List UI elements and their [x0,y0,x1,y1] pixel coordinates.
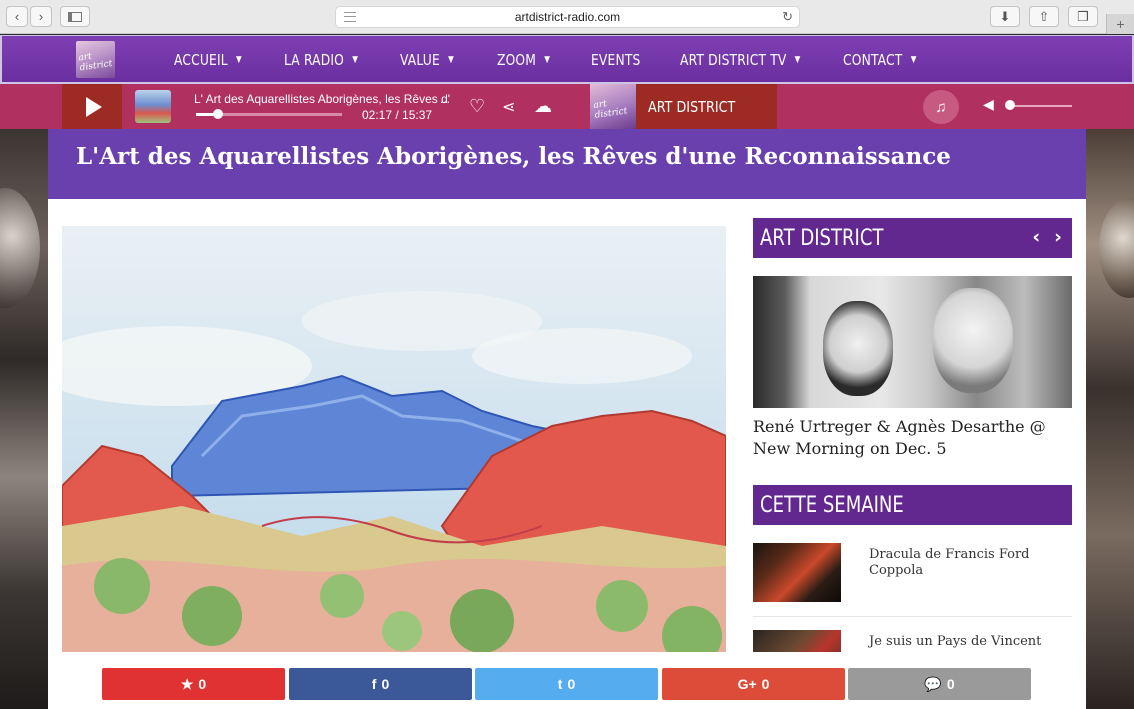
nav-item-events[interactable]: EVENTS [591,51,664,69]
cloud-download-icon[interactable]: ☁ [534,96,552,117]
share-icon: ⇧ [1038,8,1050,24]
caret-down-icon: ▼ [794,54,801,65]
chevron-right-icon: › [38,9,44,24]
track-time: 02:17 / 15:37 [362,108,433,122]
chevron-right-icon[interactable]: › [1054,226,1062,248]
volume-icon[interactable]: ◀ [983,96,994,113]
facebook-share-button[interactable]: f0 [289,668,472,700]
list-item[interactable]: Je suis un Pays de Vincent [753,630,1072,652]
station-name[interactable]: ART DISTRICT [636,84,777,129]
reload-icon[interactable]: ↻ [782,9,793,25]
downloads-button[interactable]: ⬇ [990,6,1020,27]
divider [753,616,1072,617]
music-note-icon: ♫ [935,98,947,116]
background-photo-right [1086,128,1134,709]
track-title-more: ... [440,92,451,106]
article-image[interactable] [62,226,726,656]
comments-button[interactable]: 💬 0 [848,668,1031,700]
share-browser-button[interactable]: ⇧ [1029,6,1059,27]
reader-icon [344,12,356,22]
track-title: L' Art des Aquarellistes Aborigènes, les… [194,92,454,106]
title-band: L'Art des Aquarellistes Aborigènes, les … [48,129,1086,199]
new-tab-button[interactable]: + [1106,14,1134,34]
main-navigation: art district ACCUEIL ▼ LA RADIO ▼ VALUE ▼ Z… [0,35,1134,84]
address-bar[interactable]: artdistrict-radio.com ↻ [335,6,800,28]
back-button[interactable]: ‹ [6,6,28,27]
radio-player: L' Art des Aquarellistes Aborigènes, les… [0,84,1134,129]
chevron-left-icon[interactable]: ‹ [1032,226,1040,248]
week-thumbnail [753,543,841,602]
station-logo: art district [590,84,636,129]
art-district-heading: ART DISTRICT ‹ › [753,218,1072,258]
url-text: artdistrict-radio.com [514,10,621,24]
cette-semaine-heading: CETTE SEMAINE [753,485,1072,525]
nav-item-value[interactable]: VALUE ▼ [400,51,480,69]
portrait-man [933,288,1013,393]
page-title: L'Art des Aquarellistes Aborigènes, les … [76,143,951,170]
week-item-title: Dracula de Francis Ford Coppola [869,547,1030,578]
nav-item-art-district-tv[interactable]: ART DISTRICT TV ▼ [680,51,814,69]
progress-handle[interactable] [212,109,223,119]
share-bar: ★ 0 f0 t0 G+ 0 💬 0 [48,652,1086,709]
playlist-button[interactable]: ♫ [923,90,959,124]
week-thumbnail [753,630,841,652]
facebook-icon: f [371,676,377,692]
volume-slider[interactable] [1008,105,1072,107]
google-plus-share-button[interactable]: G+ 0 [662,668,845,700]
tabs-icon: ❐ [1077,8,1089,24]
forward-button[interactable]: › [30,6,52,27]
caret-down-icon: ▼ [910,54,917,65]
twitter-icon: t [557,676,563,692]
caret-down-icon: ▼ [352,54,359,65]
caret-down-icon: ▼ [448,54,454,65]
watercolor-landscape [62,226,726,656]
favorite-button[interactable]: ★ 0 [102,668,285,700]
caret-down-icon: ▼ [544,54,551,65]
comment-icon: 💬 [924,675,942,692]
download-icon: ⬇ [999,8,1011,24]
progress-bar[interactable] [196,109,342,119]
twitter-share-button[interactable]: t0 [475,668,658,700]
browser-toolbar: ‹ › artdistrict-radio.com ↻ ⬇ ⇧ ❐ + [0,0,1134,34]
chevron-left-icon: ‹ [14,9,20,24]
portrait-woman [823,301,893,396]
caret-down-icon: ▼ [235,54,242,65]
nav-item-accueil[interactable]: ACCUEIL ▼ [174,51,264,69]
play-icon [86,96,102,117]
sidebar-toggle-button[interactable] [60,6,90,27]
feature-caption[interactable]: René Urtreger & Agnès Desarthe @ New Mor… [753,416,1072,460]
site-logo[interactable]: art district [76,41,115,78]
sidebar-icon [68,11,82,22]
nav-item-contact[interactable]: CONTACT ▼ [843,51,933,69]
volume-handle[interactable] [1005,100,1015,110]
tabs-button[interactable]: ❐ [1068,6,1098,27]
carousel-arrows: ‹ › [1018,226,1062,248]
background-photo-left [0,128,48,709]
week-item-title: Je suis un Pays de Vincent [869,634,1042,649]
logo-text: art district [77,51,113,74]
heart-icon[interactable]: ♡ [469,96,485,117]
feature-photo[interactable] [753,276,1072,408]
nav-item-zoom[interactable]: ZOOM ▼ [497,51,574,69]
track-thumbnail [135,90,171,123]
google-plus-icon: G+ [737,676,757,692]
nav-item-la-radio[interactable]: LA RADIO ▼ [284,51,379,69]
star-icon: ★ [180,675,194,692]
play-button[interactable] [62,84,122,129]
main-content: L'Art des Aquarellistes Aborigènes, les … [48,129,1086,709]
share-icon[interactable]: ⋖ [502,97,515,117]
